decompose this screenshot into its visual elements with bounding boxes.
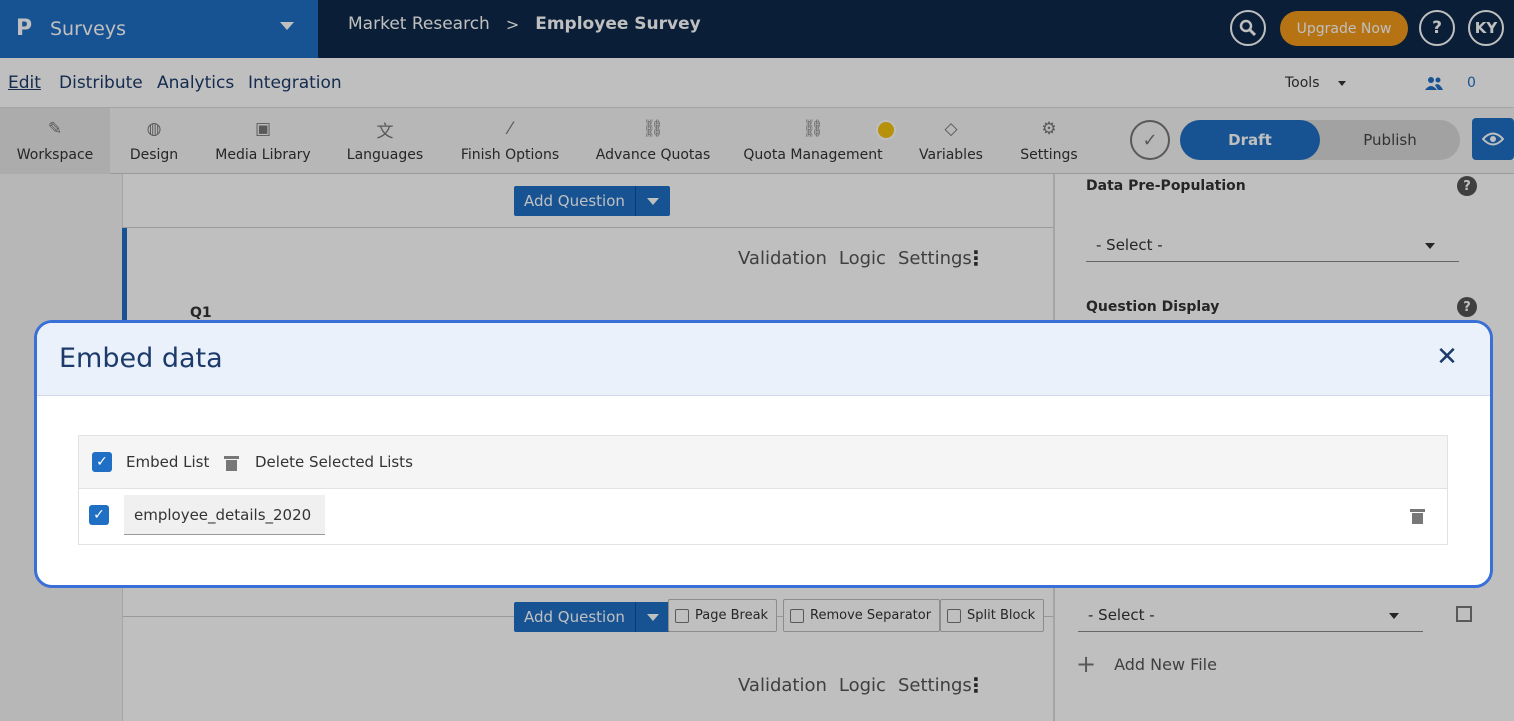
embed-list-table: ✓ Embed List Delete Selected Lists ✓ emp… [78, 435, 1448, 545]
select-all-checkbox[interactable]: ✓ [92, 452, 112, 472]
row-checkbox[interactable]: ✓ [89, 505, 109, 525]
modal-title: Embed data [59, 343, 223, 374]
embed-list-label: Embed List [126, 453, 210, 471]
trash-icon[interactable] [1410, 509, 1425, 524]
trash-icon[interactable] [224, 456, 239, 471]
delete-selected-lists-button[interactable]: Delete Selected Lists [255, 453, 413, 471]
list-name-field[interactable]: employee_details_2020 [124, 495, 325, 535]
embed-data-modal: Embed data ✕ ✓ Embed List Delete Selecte… [34, 320, 1493, 588]
list-item: ✓ employee_details_2020 [79, 489, 1447, 544]
modal-header: Embed data ✕ [37, 323, 1490, 396]
close-icon[interactable]: ✕ [1435, 344, 1459, 370]
embed-list-header: ✓ Embed List Delete Selected Lists [79, 436, 1447, 489]
